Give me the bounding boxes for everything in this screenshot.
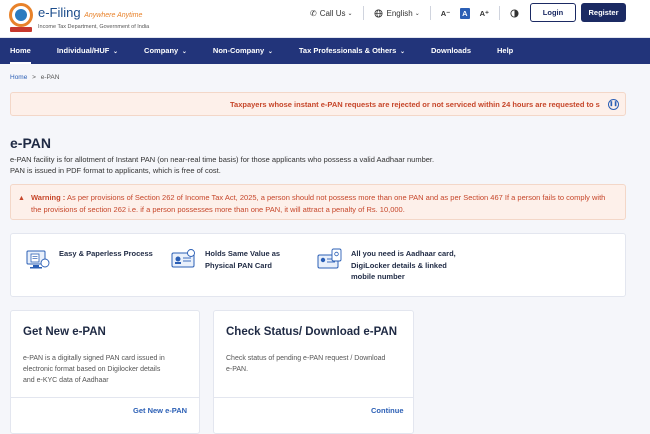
language-dropdown[interactable]: English ⌄ [374, 9, 420, 18]
nav-help[interactable]: Help [497, 38, 513, 64]
feature-aadhaar-text-line3: mobile number [351, 272, 405, 281]
continue-link[interactable]: Continue [371, 406, 404, 415]
font-normal-button[interactable]: A [460, 7, 470, 19]
features-panel: Easy & Paperless Process Holds Same Valu… [10, 233, 626, 297]
aadhaar-digilocker-icon [317, 248, 343, 272]
check-status-card: Check Status/ Download e-PAN Check statu… [213, 310, 414, 434]
warning-banner: ▲ Warning : As per provisions of Section… [10, 184, 626, 220]
notice-banner: Taxpayers whose instant e-PAN requests a… [10, 92, 626, 116]
phone-icon: ✆ [310, 8, 317, 18]
emblem-icon [8, 3, 34, 33]
nav-company[interactable]: Company ⌄ [144, 38, 187, 64]
notice-text[interactable]: Taxpayers whose instant e-PAN requests a… [230, 100, 606, 109]
get-new-epan-card: Get New e-PAN e-PAN is a digitally signe… [10, 310, 200, 434]
get-new-epan-title: Get New e-PAN [23, 326, 106, 338]
font-increase-button[interactable]: A⁺ [480, 9, 489, 18]
breadcrumb-current: e-PAN [40, 74, 60, 81]
feature-aadhaar-text-line2: DigiLocker details & linked [351, 260, 447, 270]
feature-paperless: Easy & Paperless Process [25, 248, 153, 272]
nav-downloads[interactable]: Downloads [431, 38, 471, 64]
check-status-title: Check Status/ Download e-PAN [226, 326, 398, 338]
breadcrumb-separator: > [32, 74, 36, 81]
globe-icon [374, 8, 383, 18]
register-button[interactable]: Register [581, 3, 626, 22]
site-logo[interactable]: e-Filing Anywhere Anytime Income Tax Dep… [8, 3, 149, 33]
pan-card-icon [171, 248, 197, 272]
chevron-down-icon: ⌄ [266, 49, 273, 55]
logo-title: e-Filing [38, 5, 81, 20]
warning-text: As per provisions of Section 262 of Inco… [31, 193, 606, 214]
warning-icon: ▲ [18, 195, 25, 202]
feature-aadhaar: All you need is Aadhaar card, DigiLocker… [317, 248, 456, 283]
nav-individual-huf[interactable]: Individual/HUF ⌄ [57, 38, 118, 64]
nav-tax-professionals[interactable]: Tax Professionals & Others ⌄ [299, 38, 405, 64]
language-label: English [386, 8, 413, 18]
warning-label: Warning : [31, 193, 66, 202]
font-decrease-button[interactable]: A⁻ [441, 9, 450, 18]
top-header: e-Filing Anywhere Anytime Income Tax Dep… [0, 0, 650, 38]
paperless-icon [25, 248, 51, 272]
card-divider [11, 397, 199, 398]
check-status-desc: Check status of pending e-PAN request / … [226, 355, 386, 373]
breadcrumb-home[interactable]: Home [10, 74, 27, 81]
get-new-epan-desc: e-PAN is a digitally signed PAN card iss… [23, 355, 165, 384]
logo-tagline: Anywhere Anytime [84, 12, 143, 19]
chevron-down-icon: ⌄ [180, 49, 187, 55]
chevron-down-icon: ⌄ [398, 49, 405, 55]
card-divider [214, 397, 413, 398]
call-us-label: Call Us [319, 8, 346, 18]
main-nav: Home Individual/HUF ⌄ Company ⌄ Non-Comp… [0, 38, 650, 64]
chevron-down-icon: ⌄ [111, 49, 119, 55]
page-description: e-PAN facility is for allotment of Insta… [10, 155, 435, 175]
pause-icon[interactable]: ❚❚ [608, 99, 619, 110]
contrast-icon[interactable] [510, 8, 519, 18]
feature-aadhaar-text-line1: All you need is Aadhaar card, [351, 249, 456, 258]
get-new-epan-link[interactable]: Get New e-PAN [133, 406, 187, 415]
page-title: e-PAN [10, 135, 51, 151]
logo-subtitle: Income Tax Department, Government of Ind… [38, 24, 150, 30]
feature-paperless-text: Easy & Paperless Process [59, 249, 153, 258]
call-us-dropdown[interactable]: ✆ Call Us ⌄ [310, 9, 353, 18]
nav-non-company[interactable]: Non-Company ⌄ [213, 38, 273, 64]
login-button[interactable]: Login [530, 3, 576, 22]
nav-home[interactable]: Home [10, 38, 31, 64]
breadcrumb: Home > e-PAN [10, 74, 59, 81]
chevron-down-icon: ⌄ [414, 10, 420, 17]
feature-pan-card: Holds Same Value as Physical PAN Card [171, 248, 280, 272]
chevron-down-icon: ⌄ [347, 10, 353, 17]
feature-pan-text-line1: Holds Same Value as [205, 249, 281, 258]
feature-pan-text-line2: Physical PAN Card [205, 260, 272, 270]
